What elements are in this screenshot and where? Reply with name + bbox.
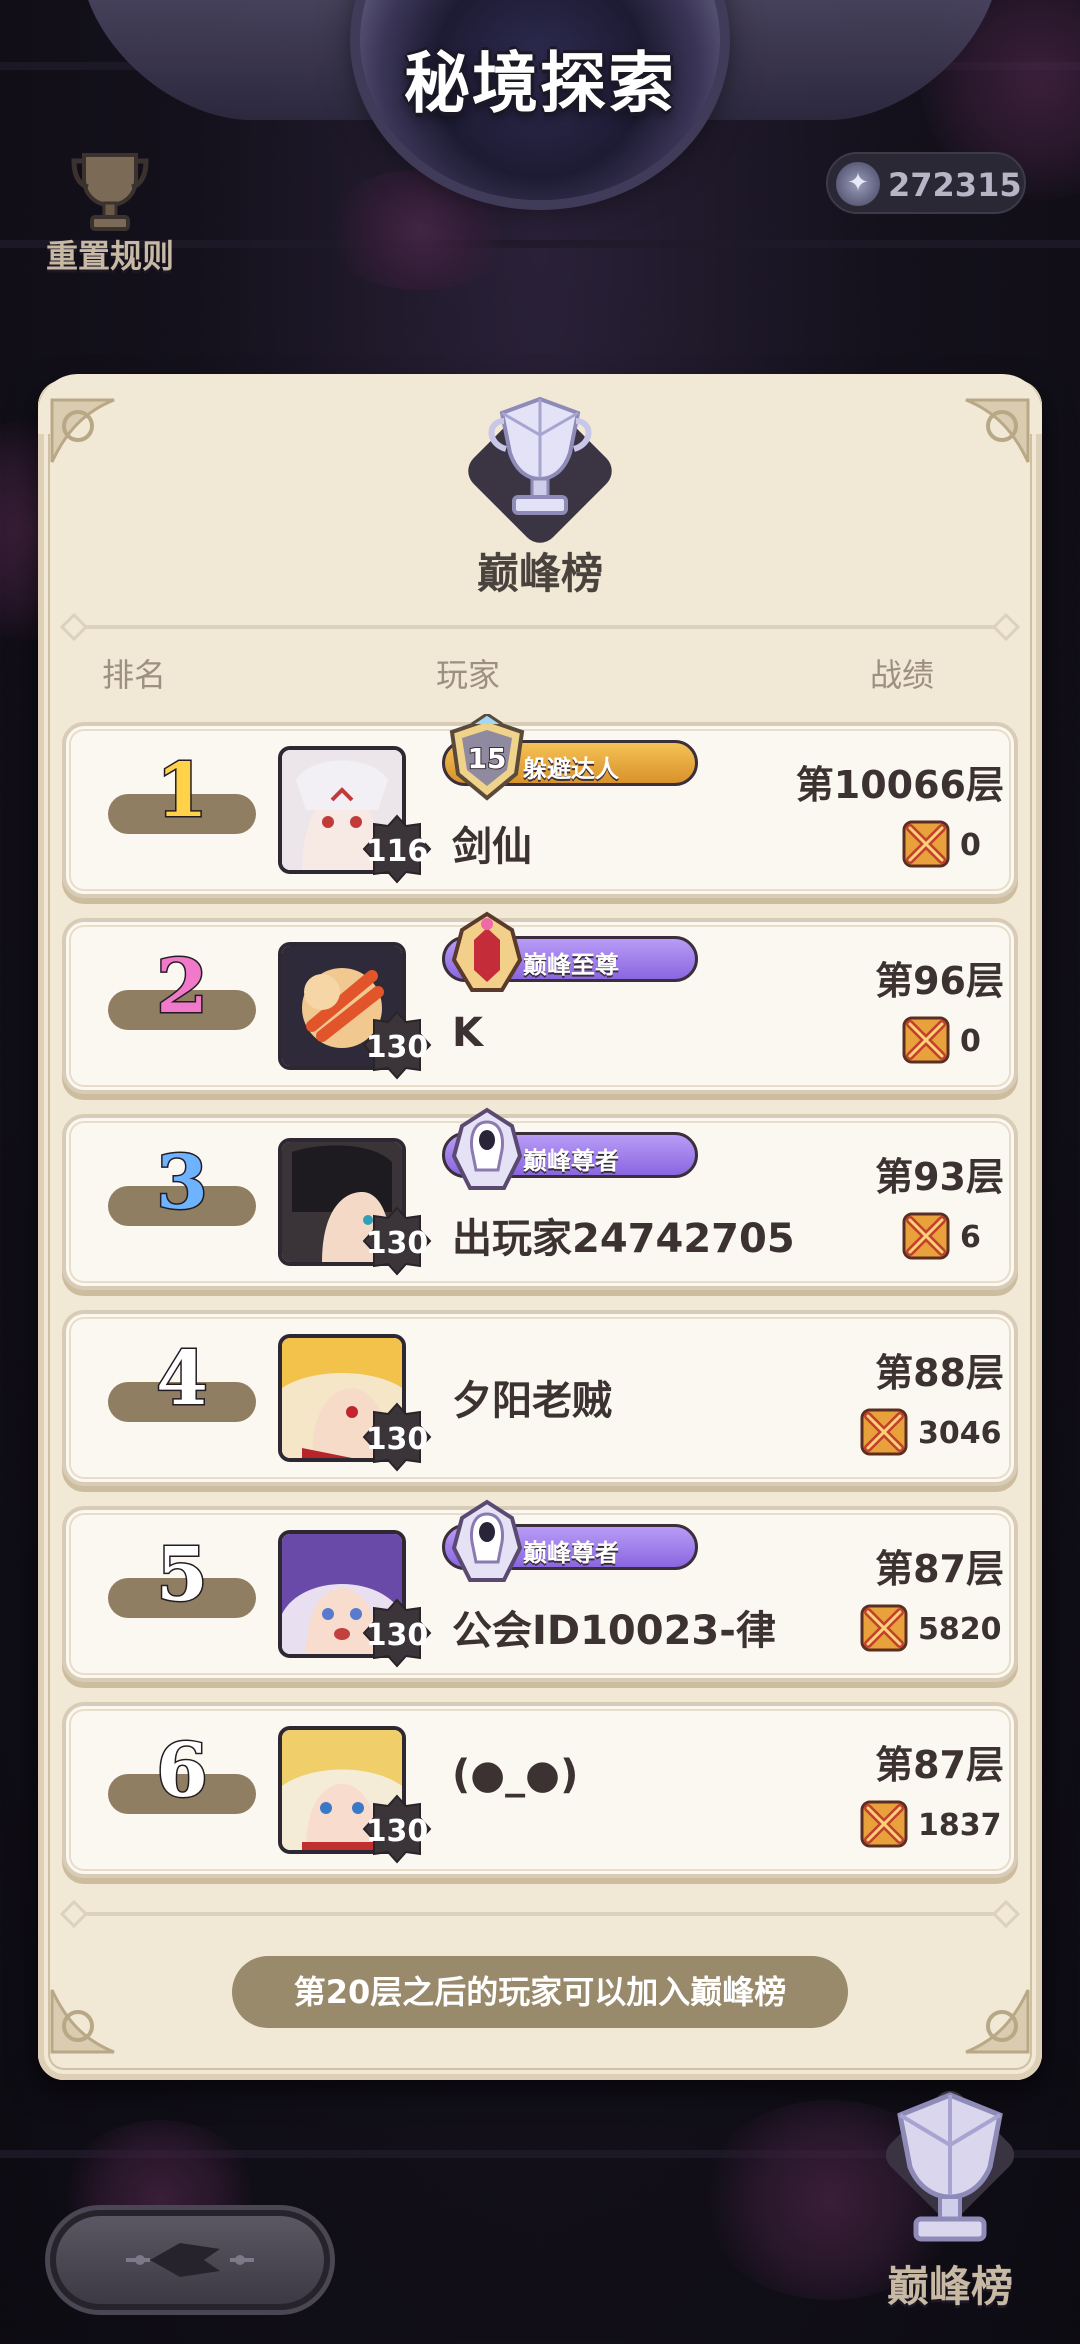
level-badge: 130 xyxy=(362,1598,432,1668)
reset-rules-label: 重置规则 xyxy=(45,237,174,275)
rank-number: 5 xyxy=(155,1532,210,1618)
floor-record: 第93层 xyxy=(875,1155,1004,1199)
title-badge-label: 躲避达人 xyxy=(523,755,619,783)
player-name: 剑仙 xyxy=(452,824,532,870)
battle-value: 6 xyxy=(960,1220,981,1255)
crown-emblem-icon xyxy=(442,910,532,1000)
rank-number: 6 xyxy=(155,1728,210,1814)
corner-ornament-icon xyxy=(965,1989,1030,2054)
corner-ornament-icon xyxy=(50,398,115,463)
title-badge-label: 巅峰至尊 xyxy=(523,951,619,979)
divider xyxy=(70,625,1010,629)
currency-display: 272315 xyxy=(826,152,1026,214)
floor-record: 第96层 xyxy=(875,959,1004,1003)
crystal-trophy-icon xyxy=(885,2090,1015,2242)
player-name: (●_●) xyxy=(452,1752,579,1798)
level-badge: 130 xyxy=(362,1010,432,1080)
peak-leaderboard-label: 巅峰榜 xyxy=(886,2262,1013,2311)
footer-note: 第20层之后的玩家可以加入巅峰榜 xyxy=(232,1956,848,2028)
level-value: 130 xyxy=(365,1226,429,1261)
floor-record: 第10066层 xyxy=(795,763,1004,807)
battle-value: 1837 xyxy=(918,1808,1002,1843)
column-header-player: 玩家 xyxy=(436,656,501,694)
rank-number: 3 xyxy=(155,1140,210,1226)
badge-number: 15 xyxy=(467,741,508,776)
reset-rules-button[interactable]: 重置规则 xyxy=(30,145,190,285)
battle-record: 0 xyxy=(900,1014,996,1068)
player-name: 出玩家24742705 xyxy=(452,1216,795,1262)
title-badge-label: 巅峰尊者 xyxy=(523,1539,619,1567)
leaderboard-title: 巅峰榜 xyxy=(476,549,603,598)
level-value: 130 xyxy=(365,1422,429,1457)
battle-value: 3046 xyxy=(918,1416,1002,1451)
floor-record: 第88层 xyxy=(875,1351,1004,1395)
crossed-swords-icon xyxy=(902,1212,950,1260)
hooded-emblem-icon xyxy=(442,1498,532,1588)
level-badge: 130 xyxy=(362,1206,432,1276)
shield-emblem-icon: 15 xyxy=(442,712,532,804)
player-name: K xyxy=(452,1010,483,1056)
leaderboard-row[interactable]: 4 130 夕阳老贼 第88层 3046 xyxy=(62,1310,1018,1486)
currency-value: 272315 xyxy=(888,166,1022,204)
back-button[interactable] xyxy=(50,2210,330,2310)
leaderboard-row[interactable]: 5 130 巅峰尊者 公会ID10023-律 第87层 5820 xyxy=(62,1499,1018,1682)
battle-value: 0 xyxy=(960,1024,981,1059)
battle-value: 5820 xyxy=(918,1612,1002,1647)
leaderboard-row[interactable]: 1 116 躲避达人 15 剑仙 第10066层 0 xyxy=(62,712,1018,898)
trophy-icon xyxy=(71,153,149,231)
back-arrow-icon xyxy=(126,2243,254,2277)
level-value: 130 xyxy=(365,1030,429,1065)
column-header-record: 战绩 xyxy=(870,656,935,694)
column-header-rank: 排名 xyxy=(102,656,167,694)
crystal-trophy-icon xyxy=(488,396,592,515)
rank-number: 1 xyxy=(155,748,210,834)
battle-value: 0 xyxy=(960,828,981,863)
floor-record: 第87层 xyxy=(875,1743,1004,1787)
corner-ornament-icon xyxy=(50,1989,115,2054)
level-badge: 130 xyxy=(362,1794,432,1864)
peak-leaderboard-button[interactable]: 巅峰榜 xyxy=(840,2075,1060,2315)
leaderboard-row[interactable]: 2 130 巅峰至尊 K 第96层 0 xyxy=(62,911,1018,1094)
crossed-swords-icon xyxy=(860,1604,908,1652)
player-name: 公会ID10023-律 xyxy=(452,1608,776,1654)
level-badge: 130 xyxy=(362,1402,432,1472)
rank-number: 2 xyxy=(155,944,210,1030)
battle-record: 6 xyxy=(900,1210,996,1264)
crossed-swords-icon xyxy=(860,1800,908,1848)
crossed-swords-icon xyxy=(902,820,950,868)
battle-record: 5820 xyxy=(858,1602,1002,1656)
crossed-swords-icon xyxy=(902,1016,950,1064)
coin-icon xyxy=(836,162,880,206)
rank-number: 4 xyxy=(155,1336,210,1422)
level-value: 130 xyxy=(365,1618,429,1653)
battle-record: 1837 xyxy=(858,1798,1002,1852)
battle-record: 0 xyxy=(900,818,996,872)
title-badge-label: 巅峰尊者 xyxy=(523,1147,619,1175)
crossed-swords-icon xyxy=(860,1408,908,1456)
page-title: 秘境探索 xyxy=(404,45,676,122)
hooded-emblem-icon xyxy=(442,1106,532,1196)
corner-ornament-icon xyxy=(965,398,1030,463)
floor-record: 第87层 xyxy=(875,1547,1004,1591)
divider xyxy=(70,1912,1010,1916)
level-value: 116 xyxy=(365,834,429,869)
level-value: 130 xyxy=(365,1814,429,1849)
player-name: 夕阳老贼 xyxy=(452,1378,612,1424)
battle-record: 3046 xyxy=(858,1406,1002,1460)
leaderboard-row[interactable]: 6 130 (●_●) 第87层 1837 xyxy=(62,1702,1018,1878)
leaderboard-row[interactable]: 3 130 巅峰尊者 出玩家24742705 第93层 6 xyxy=(62,1107,1018,1290)
level-badge: 116 xyxy=(362,814,432,884)
